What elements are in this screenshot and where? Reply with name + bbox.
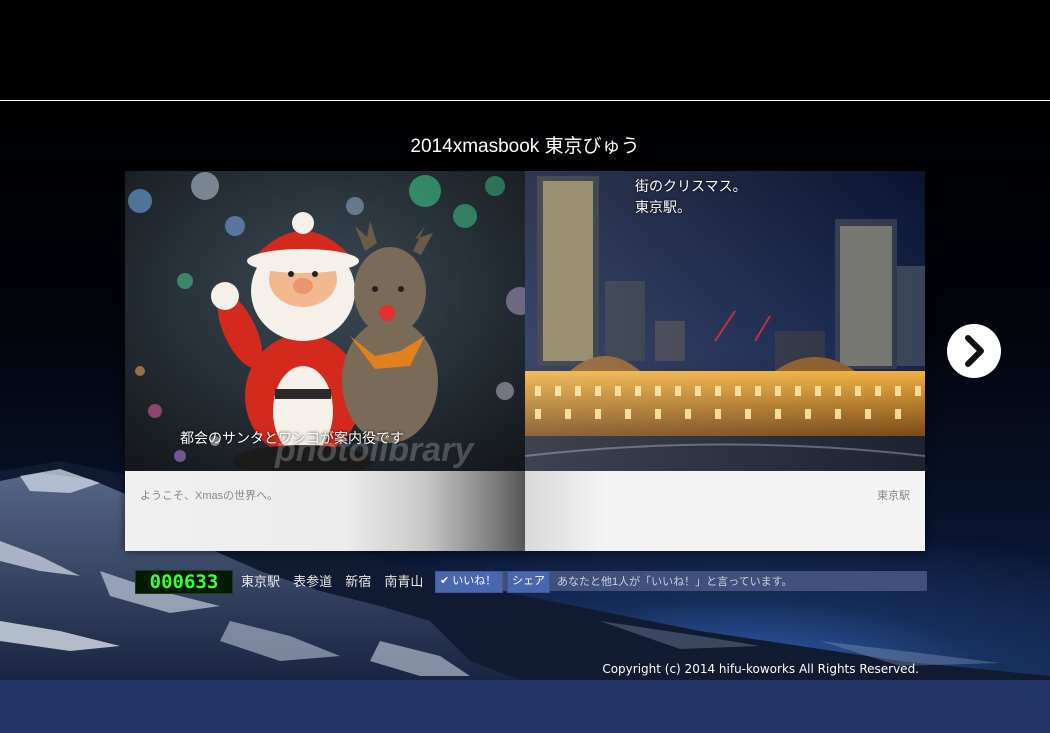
station-links: 東京駅 表参道 新宿 南青山 xyxy=(241,571,431,590)
flipbook[interactable]: photolibrary 都会のサンタとワンコが案内役です ようこそ、Xmasの… xyxy=(125,171,925,551)
facebook-share-button[interactable]: シェア xyxy=(507,571,550,593)
book-page-right[interactable]: 街のクリスマス。 東京駅。 東京駅 xyxy=(525,171,925,551)
info-bar: 000633 東京駅 表参道 新宿 南青山 ✔ いいね！ シェア あなたと他1人… xyxy=(135,570,927,594)
facebook-like-button[interactable]: ✔ いいね！ xyxy=(435,571,504,593)
footer-band xyxy=(0,680,1050,733)
left-page-text: ようこそ、Xmasの世界へ。 xyxy=(140,490,279,502)
right-caption-line1: 街のクリスマス。 xyxy=(635,180,747,195)
page-title: 2014xmasbook 東京びゅう xyxy=(410,136,640,157)
chevron-right-icon xyxy=(965,335,984,367)
book-page-left[interactable]: photolibrary 都会のサンタとワンコが案内役です ようこそ、Xmasの… xyxy=(125,171,525,551)
right-page-text: 東京駅 xyxy=(877,490,910,502)
link-omotesando[interactable]: 表参道 xyxy=(293,574,332,589)
checkmark-icon: ✔ xyxy=(440,575,450,587)
link-shinjuku[interactable]: 新宿 xyxy=(345,574,371,589)
link-tokyo-station[interactable]: 東京駅 xyxy=(241,574,280,589)
santa-reindeer-photo: photolibrary xyxy=(125,171,525,471)
visitor-counter: 000633 xyxy=(135,570,233,594)
facebook-like-count-text: あなたと他1人が「いいね！」と言っています。 xyxy=(557,576,793,588)
top-bar xyxy=(0,0,1050,101)
left-photo-caption: 都会のサンタとワンコが案内役です xyxy=(180,432,404,447)
copyright-text: Copyright (c) 2014 hifu-koworks All Righ… xyxy=(602,662,919,676)
right-photo-caption: 街のクリスマス。 東京駅。 xyxy=(635,177,747,219)
next-page-button[interactable] xyxy=(947,324,1001,378)
right-caption-line2: 東京駅。 xyxy=(635,201,691,216)
link-minami-aoyama[interactable]: 南青山 xyxy=(384,574,423,589)
like-label: いいね！ xyxy=(452,575,497,587)
